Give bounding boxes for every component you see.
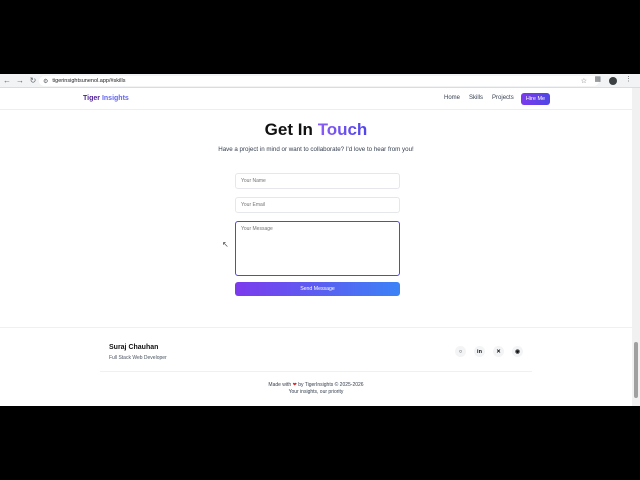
title-part1: Get In — [264, 120, 313, 139]
browser-actions: ▦ ⋮ — [594, 75, 632, 85]
url-text: tigerinsightsunenol.app/#skills — [52, 78, 126, 84]
made-with-text: Made with — [268, 382, 292, 388]
brand-part1: Tiger — [83, 95, 100, 102]
site-logo[interactable]: Tiger Insights — [83, 95, 129, 102]
page-title: Get In Touch — [0, 120, 632, 140]
name-input[interactable] — [235, 173, 400, 189]
heart-icon: ❤ — [292, 382, 297, 388]
profile-avatar[interactable] — [609, 77, 617, 85]
menu-icon[interactable]: ⋮ — [625, 75, 632, 85]
nav-link-projects[interactable]: Projects — [492, 95, 514, 101]
title-part2: Touch — [317, 120, 368, 139]
made-by-text: by TigerInsights © 2025-2026 — [298, 382, 364, 388]
footer-name: Suraj Chauhan — [109, 344, 159, 351]
footer-tagline: Your insights, our priority — [288, 389, 344, 395]
contact-subtitle: Have a project in mind or want to collab… — [218, 146, 414, 153]
nav-link-skills[interactable]: Skills — [469, 95, 483, 101]
browser-toolbar: ← → ↻ ⚙ tigerinsightsunenol.app/#skills … — [0, 74, 640, 88]
send-message-button[interactable]: Send Message — [235, 282, 400, 296]
browser-window: ← → ↻ ⚙ tigerinsightsunenol.app/#skills … — [0, 74, 640, 406]
extensions-icon[interactable]: ▦ — [594, 75, 601, 85]
linkedin-icon[interactable]: in — [474, 346, 485, 357]
message-textarea[interactable] — [235, 221, 400, 276]
scrollbar-thumb[interactable] — [634, 342, 638, 398]
brand-part2: Insights — [101, 95, 129, 102]
x-icon[interactable]: ✕ — [493, 346, 504, 357]
site-navbar: Tiger Insights Home Skills Projects Hire… — [0, 88, 632, 110]
site-info-icon[interactable]: ⚙ — [43, 78, 48, 85]
nav-link-home[interactable]: Home — [444, 95, 460, 101]
social-links: ○ in ✕ ◉ — [455, 346, 523, 357]
footer-divider — [0, 327, 632, 328]
email-input[interactable] — [235, 197, 400, 213]
back-icon[interactable]: ← — [1, 75, 13, 87]
bookmark-star-icon[interactable]: ☆ — [581, 77, 587, 85]
nav-links: Home Skills Projects — [444, 95, 514, 101]
footer-credit: Made with ❤ by TigerInsights © 2025-2026 — [0, 382, 632, 388]
github-icon[interactable]: ○ — [455, 346, 466, 357]
footer-role: Full Stack Web Developer — [109, 355, 167, 361]
discord-icon[interactable]: ◉ — [512, 346, 523, 357]
hire-me-button[interactable]: Hire Me — [521, 93, 550, 105]
address-bar[interactable]: ⚙ tigerinsightsunenol.app/#skills ☆ — [39, 76, 599, 86]
mouse-cursor-icon: ↖ — [222, 240, 229, 249]
forward-icon[interactable]: → — [14, 75, 26, 87]
reload-icon[interactable]: ↻ — [27, 75, 39, 87]
footer-divider-2 — [100, 371, 532, 372]
